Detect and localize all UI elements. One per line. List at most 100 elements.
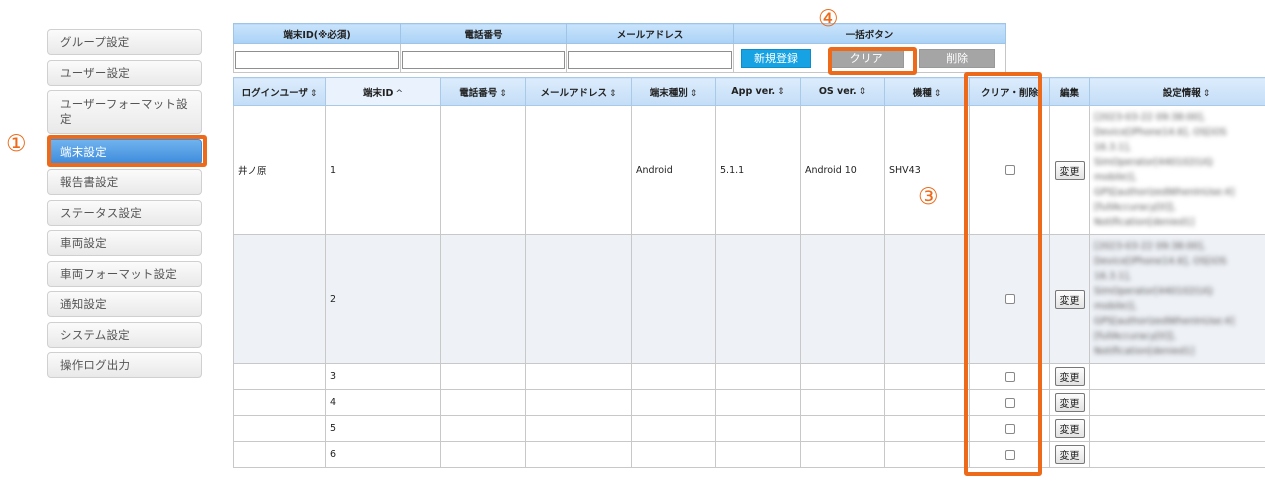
col-settings[interactable]: 設定情報 ⇕ — [1089, 77, 1265, 106]
cell-login-user — [233, 234, 326, 364]
col-device-type[interactable]: 端末種別 ⇕ — [631, 77, 716, 106]
change-button[interactable]: 変更 — [1054, 367, 1085, 386]
cell-clear-delete — [969, 415, 1050, 442]
annotation-number-4: ④ — [818, 6, 839, 32]
cell-model — [884, 234, 970, 364]
cell-clear-delete — [969, 363, 1050, 390]
col-app-ver[interactable]: App ver. ⇕ — [715, 77, 801, 106]
cell-phone — [440, 441, 526, 468]
cell-device-id: 4 — [325, 389, 441, 416]
sidebar-item-user-format-settings[interactable]: ユーザーフォーマット設定 — [47, 90, 202, 134]
settings-info-text: [2023-03-22 09:38:00], Device[iPhone14.6… — [1094, 241, 1235, 357]
sidebar-item-status-settings[interactable]: ステータス設定 — [47, 199, 202, 226]
sidebar-item-device-settings[interactable]: 端末設定 — [47, 138, 202, 165]
cell-device-type — [631, 363, 716, 390]
device-id-input[interactable] — [235, 50, 399, 69]
cell-login-user — [233, 441, 326, 468]
col-settings-label: 設定情報 — [1162, 87, 1201, 99]
clear-delete-checkbox[interactable] — [1004, 423, 1015, 434]
clear-delete-checkbox[interactable] — [1004, 165, 1015, 175]
change-button[interactable]: 変更 — [1054, 419, 1085, 438]
cell-login-user: 井ノ原 — [233, 105, 326, 235]
search-cell-phone — [400, 43, 567, 73]
search-cell-email — [566, 43, 734, 73]
cell-edit: 変更 — [1049, 415, 1090, 442]
cell-login-user — [233, 363, 326, 390]
cell-model — [884, 415, 970, 442]
table-row: 井ノ原 1 Android 5.1.1 Android 10 SHV43 変更 … — [233, 105, 1265, 235]
bulk-buttons-cell: 新規登録 クリア 削除 — [733, 43, 1006, 73]
cell-model — [884, 363, 970, 390]
cell-clear-delete — [969, 105, 1050, 235]
sidebar-item-user-settings[interactable]: ユーザー設定 — [47, 59, 202, 86]
clear-delete-checkbox[interactable] — [1004, 294, 1015, 304]
sort-ascending-icon: ^ — [395, 88, 403, 99]
table-row: 5 変更 — [233, 415, 1265, 442]
sidebar-item-report-settings[interactable]: 報告書設定 — [47, 169, 202, 195]
sort-icon: ⇕ — [309, 88, 318, 99]
cell-edit: 変更 — [1049, 105, 1090, 235]
delete-button[interactable]: 削除 — [919, 49, 996, 69]
cell-app-ver — [715, 363, 801, 390]
col-os-ver-label: OS ver. — [818, 86, 857, 97]
cell-settings — [1089, 441, 1265, 468]
table-row: 4 変更 — [233, 389, 1265, 416]
email-input[interactable] — [568, 50, 732, 69]
col-os-ver[interactable]: OS ver. ⇕ — [800, 77, 885, 106]
table-row: 6 変更 — [233, 441, 1265, 468]
cell-edit: 変更 — [1049, 234, 1090, 364]
cell-clear-delete — [969, 389, 1050, 416]
cell-device-type — [631, 415, 716, 442]
cell-app-ver — [715, 234, 801, 364]
cell-os-ver — [800, 363, 885, 390]
sort-icon: ⇕ — [689, 88, 698, 99]
clear-button[interactable]: クリア — [828, 49, 905, 69]
col-phone[interactable]: 電話番号 ⇕ — [440, 77, 526, 106]
cell-model — [884, 389, 970, 416]
clear-delete-checkbox[interactable] — [1004, 371, 1015, 382]
clear-delete-checkbox[interactable] — [1004, 449, 1015, 460]
sort-icon: ⇕ — [933, 88, 942, 99]
table-row: 2 変更 [2023-03-22 09:38:00], Device[iPhon… — [233, 234, 1265, 364]
cell-email — [525, 441, 632, 468]
sidebar-item-system-settings[interactable]: システム設定 — [47, 321, 202, 348]
cell-app-ver — [715, 389, 801, 416]
cell-settings — [1089, 389, 1265, 416]
cell-os-ver — [800, 441, 885, 468]
change-button[interactable]: 変更 — [1054, 393, 1085, 412]
cell-phone — [440, 389, 526, 416]
sidebar-item-notification-settings[interactable]: 通知設定 — [47, 291, 202, 317]
cell-email — [525, 234, 632, 364]
cell-device-type: Android — [631, 105, 716, 235]
phone-input[interactable] — [402, 50, 565, 69]
cell-app-ver — [715, 415, 801, 442]
new-register-button[interactable]: 新規登録 — [741, 49, 811, 69]
cell-os-ver: Android 10 — [800, 105, 885, 235]
cell-login-user — [233, 415, 326, 442]
sidebar-item-group-settings[interactable]: グループ設定 — [47, 29, 202, 55]
col-device-id-label: 端末ID — [363, 87, 394, 99]
cell-device-type — [631, 441, 716, 468]
search-panel: 端末ID(※必須) 電話番号 メールアドレス 一括ボタン 新規登録 クリア 削除 — [233, 23, 1006, 73]
cell-settings — [1089, 415, 1265, 442]
cell-edit: 変更 — [1049, 389, 1090, 416]
sidebar-item-operation-log[interactable]: 操作ログ出力 — [47, 352, 202, 378]
change-button[interactable]: 変更 — [1054, 289, 1085, 309]
sidebar-item-vehicle-settings[interactable]: 車両設定 — [47, 230, 202, 256]
col-model[interactable]: 機種 ⇕ — [884, 77, 970, 106]
col-login-user[interactable]: ログインユーザ ⇕ — [233, 77, 326, 106]
cell-email — [525, 105, 632, 235]
change-button[interactable]: 変更 — [1054, 160, 1085, 180]
col-device-id[interactable]: 端末ID ^ — [325, 77, 441, 106]
device-table-wrapper: ログインユーザ ⇕ 端末ID ^ 電話番号 ⇕ メールアドレス ⇕ 端末種別 ⇕ App … — [233, 77, 1265, 489]
cell-email — [525, 363, 632, 390]
cell-os-ver — [800, 234, 885, 364]
cell-device-id: 3 — [325, 363, 441, 390]
col-email[interactable]: メールアドレス ⇕ — [525, 77, 632, 106]
sidebar-item-vehicle-format-settings[interactable]: 車両フォーマット設定 — [47, 260, 202, 287]
col-email-label: メールアドレス — [540, 87, 607, 99]
clear-delete-checkbox[interactable] — [1004, 397, 1015, 408]
search-header-phone: 電話番号 — [400, 23, 567, 44]
annotation-number-1: ① — [6, 131, 27, 157]
change-button[interactable]: 変更 — [1054, 445, 1085, 464]
